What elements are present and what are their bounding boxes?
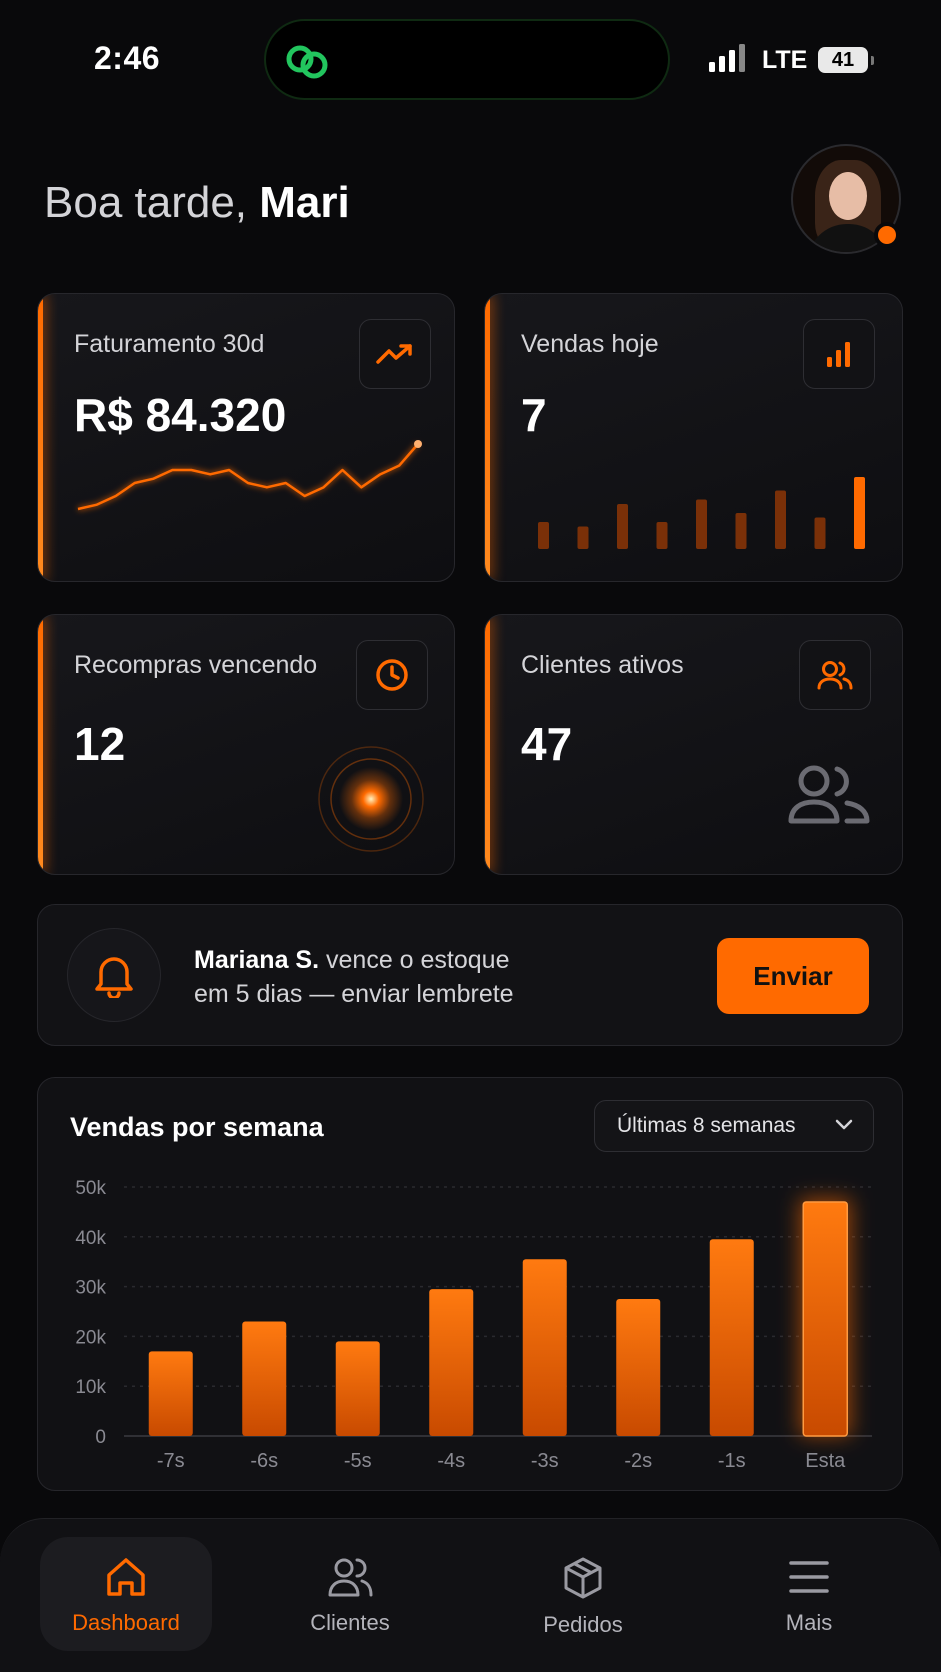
y-tick-label: 40k (75, 1228, 106, 1249)
sparkline-endpoint (414, 440, 422, 448)
revenue-sparkline (77, 440, 422, 511)
repurchases-value: 12 (74, 718, 126, 770)
sales-today-bar (854, 477, 865, 549)
chevron-down-icon (835, 1119, 853, 1130)
weekly-sales-title: Vendas por semana (70, 1112, 324, 1142)
greeting: Boa tarde, Mari (44, 178, 350, 228)
box-icon (564, 1557, 602, 1599)
chart-bar (802, 1201, 848, 1437)
battery-icon: 41 (818, 47, 874, 73)
sparkline-line (77, 443, 419, 511)
chart-bar (616, 1299, 661, 1436)
active-clients-card[interactable]: Clientes ativos 47 (484, 614, 903, 875)
active-clients-value: 47 (521, 718, 573, 770)
users-icon (328, 1558, 373, 1597)
users-icon (799, 640, 871, 710)
weekly-sales-card: 0 10k 20k 30k 40k 50k -7s -6s -5s -4s -3s -2s -1s Est… (37, 1077, 903, 1491)
nav-pedidos-label: Pedidos (543, 1612, 623, 1637)
send-reminder-button[interactable]: Enviar (717, 938, 869, 1014)
x-tick-label: -1s (718, 1450, 746, 1472)
sales-today-bar (696, 499, 707, 549)
status-time: 2:46 (94, 40, 161, 76)
chart-bar (429, 1289, 474, 1436)
chart-bar (709, 1239, 754, 1436)
sales-today-bar (775, 490, 786, 549)
chart-bar (148, 1351, 193, 1436)
alert-client-name: Mariana S. (194, 946, 320, 974)
chart-bar (522, 1259, 567, 1436)
bottom-nav: Dashboard Clientes Pedidos Mais (0, 1518, 941, 1672)
sales-today-bar (735, 513, 747, 549)
reminder-alert: Mariana S. vence o estoque em 5 dias — e… (37, 904, 903, 1046)
nav-dashboard-label: Dashboard (72, 1610, 180, 1635)
active-clients-label: Clientes ativos (521, 651, 684, 679)
sales-today-bar (656, 522, 668, 549)
home-icon (107, 1558, 145, 1596)
sales-today-bars (538, 477, 865, 549)
nav-pedidos[interactable]: Pedidos (497, 1537, 669, 1651)
dynamic-island (264, 19, 670, 100)
alert-message-part2: em 5 dias — enviar lembrete (194, 980, 514, 1008)
x-tick-label: -6s (250, 1450, 278, 1472)
sales-today-bar (617, 504, 628, 549)
greeting-text: Boa tarde, (44, 178, 248, 227)
x-tick-label: Esta (805, 1450, 846, 1472)
sales-today-card[interactable]: Vendas hoje 7 (484, 293, 903, 582)
revenue-card[interactable]: Faturamento 30d R$ 84.320 (37, 293, 455, 582)
chart-bar (242, 1321, 287, 1436)
chart-bar (335, 1341, 380, 1436)
sparkline-glow (77, 442, 420, 511)
link-icon (286, 45, 328, 79)
user-name: Mari (259, 178, 350, 227)
y-tick-label: 10k (75, 1377, 106, 1398)
alert-message: Mariana S. vence o estoque em 5 dias — e… (194, 943, 574, 1011)
users-illustration-icon (788, 765, 870, 824)
nav-clientes-label: Clientes (310, 1610, 390, 1635)
nav-clientes[interactable]: Clientes (264, 1537, 436, 1651)
alert-message-part1: vence o estoque (319, 946, 510, 974)
pulse-icon (318, 746, 424, 852)
x-tick-label: -5s (344, 1450, 372, 1472)
status-dot (874, 222, 900, 248)
range-select[interactable]: Últimas 8 semanas (594, 1100, 874, 1152)
range-select-value: Últimas 8 semanas (617, 1114, 796, 1137)
signal-icon (709, 44, 745, 72)
nav-dashboard[interactable]: Dashboard (40, 1537, 212, 1651)
nav-mais-label: Mais (785, 1610, 833, 1635)
y-tick-label: 30k (75, 1278, 106, 1299)
sales-today-bar (577, 526, 589, 549)
y-tick-label: 50k (75, 1178, 106, 1199)
x-tick-label: -3s (531, 1450, 559, 1472)
menu-icon (789, 1561, 829, 1593)
x-tick-label: -4s (437, 1450, 465, 1472)
sales-today-bar (814, 517, 826, 549)
y-tick-label: 20k (75, 1327, 106, 1348)
repurchases-card[interactable]: Recompras vencendo 12 (37, 614, 455, 875)
bell-icon (67, 928, 161, 1022)
clock-icon (356, 640, 428, 710)
nav-mais[interactable]: Mais (723, 1537, 895, 1651)
y-tick-label: 0 (95, 1427, 106, 1448)
sales-today-bar (538, 522, 549, 549)
network-label: LTE (762, 46, 808, 74)
x-tick-label: -7s (157, 1450, 185, 1472)
repurchases-label: Recompras vencendo (74, 651, 318, 679)
x-tick-label: -2s (624, 1450, 652, 1472)
